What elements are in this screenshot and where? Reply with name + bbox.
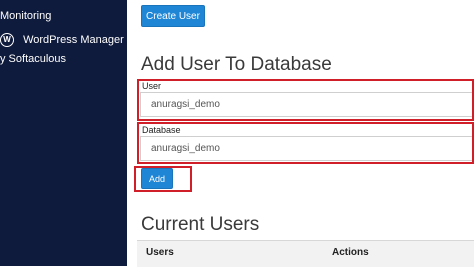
create-user-button[interactable]: Create User xyxy=(141,5,205,27)
user-highlight-box xyxy=(137,79,474,121)
add-highlight-box xyxy=(134,166,192,192)
sidebar: Monitoring W WordPress Manager y Softacu… xyxy=(0,0,127,266)
sidebar-item-monitoring[interactable]: Monitoring xyxy=(0,10,51,22)
sidebar-item-label: y Softaculous xyxy=(0,53,67,65)
wordpress-icon: W xyxy=(0,33,14,47)
users-table-header xyxy=(137,240,474,267)
sidebar-item-label: Monitoring xyxy=(0,10,52,22)
add-user-title: Add User To Database xyxy=(141,54,332,75)
table-header-users: Users xyxy=(146,247,174,258)
sidebar-item-softaculous[interactable]: y Softaculous xyxy=(0,53,66,65)
table-header-actions: Actions xyxy=(332,247,369,258)
current-users-title: Current Users xyxy=(141,214,260,235)
sidebar-item-wordpress-manager[interactable]: W WordPress Manager xyxy=(0,33,124,47)
main-content: Create User Add User To Database User an… xyxy=(127,0,474,267)
sidebar-item-label: WordPress Manager xyxy=(23,33,124,46)
database-highlight-box xyxy=(137,122,474,164)
